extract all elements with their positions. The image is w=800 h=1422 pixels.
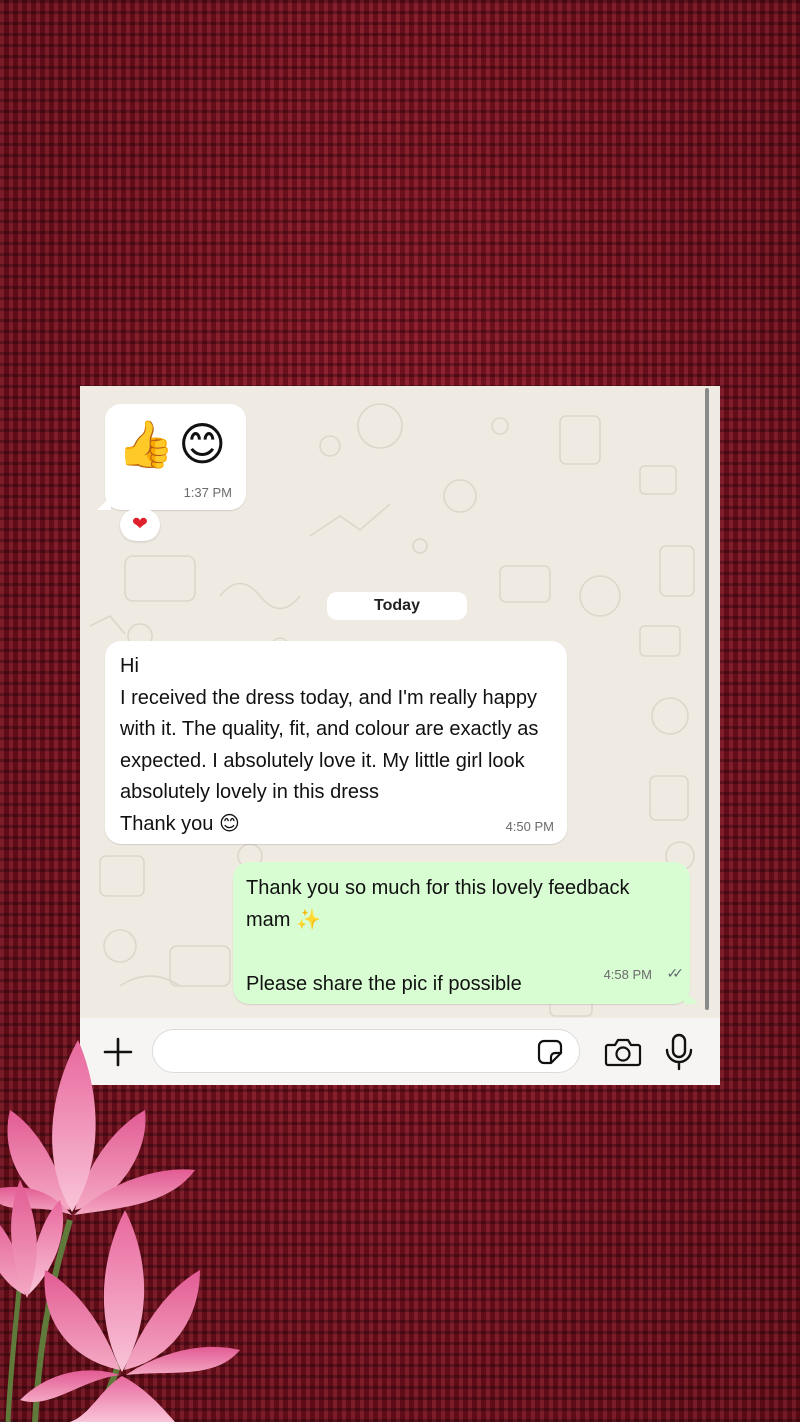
bubble-tail: [97, 496, 111, 510]
heart-reaction-badge[interactable]: ❤: [120, 509, 160, 541]
message-text: Hi I received the dress today, and I'm r…: [120, 655, 539, 835]
bubble-tail: [684, 990, 698, 1004]
date-separator: Today: [327, 592, 467, 620]
sticker-icon[interactable]: [536, 1038, 564, 1066]
scrollbar[interactable]: [705, 388, 709, 1010]
double-check-icon: ✓✓: [666, 965, 685, 981]
message-timestamp: 1:37 PM: [183, 485, 232, 500]
message-timestamp: 4:50 PM: [505, 819, 554, 834]
lotus-flowers-decoration: [0, 1040, 240, 1422]
message-timestamp: 4:58 PM: [603, 967, 652, 982]
incoming-message-bubble[interactable]: Hi I received the dress today, and I'm r…: [105, 641, 567, 844]
heart-icon: ❤: [132, 514, 148, 535]
chat-screenshot: 👍😊 1:37 PM ❤ Today Hi I received the dre…: [80, 386, 720, 1085]
microphone-icon[interactable]: [664, 1033, 694, 1071]
camera-icon[interactable]: [604, 1036, 642, 1068]
incoming-message-bubble[interactable]: 👍😊 1:37 PM: [97, 404, 246, 510]
outgoing-message-bubble[interactable]: Thank you so much for this lovely feedba…: [233, 862, 698, 1004]
message-emoji: 👍😊: [117, 418, 231, 470]
